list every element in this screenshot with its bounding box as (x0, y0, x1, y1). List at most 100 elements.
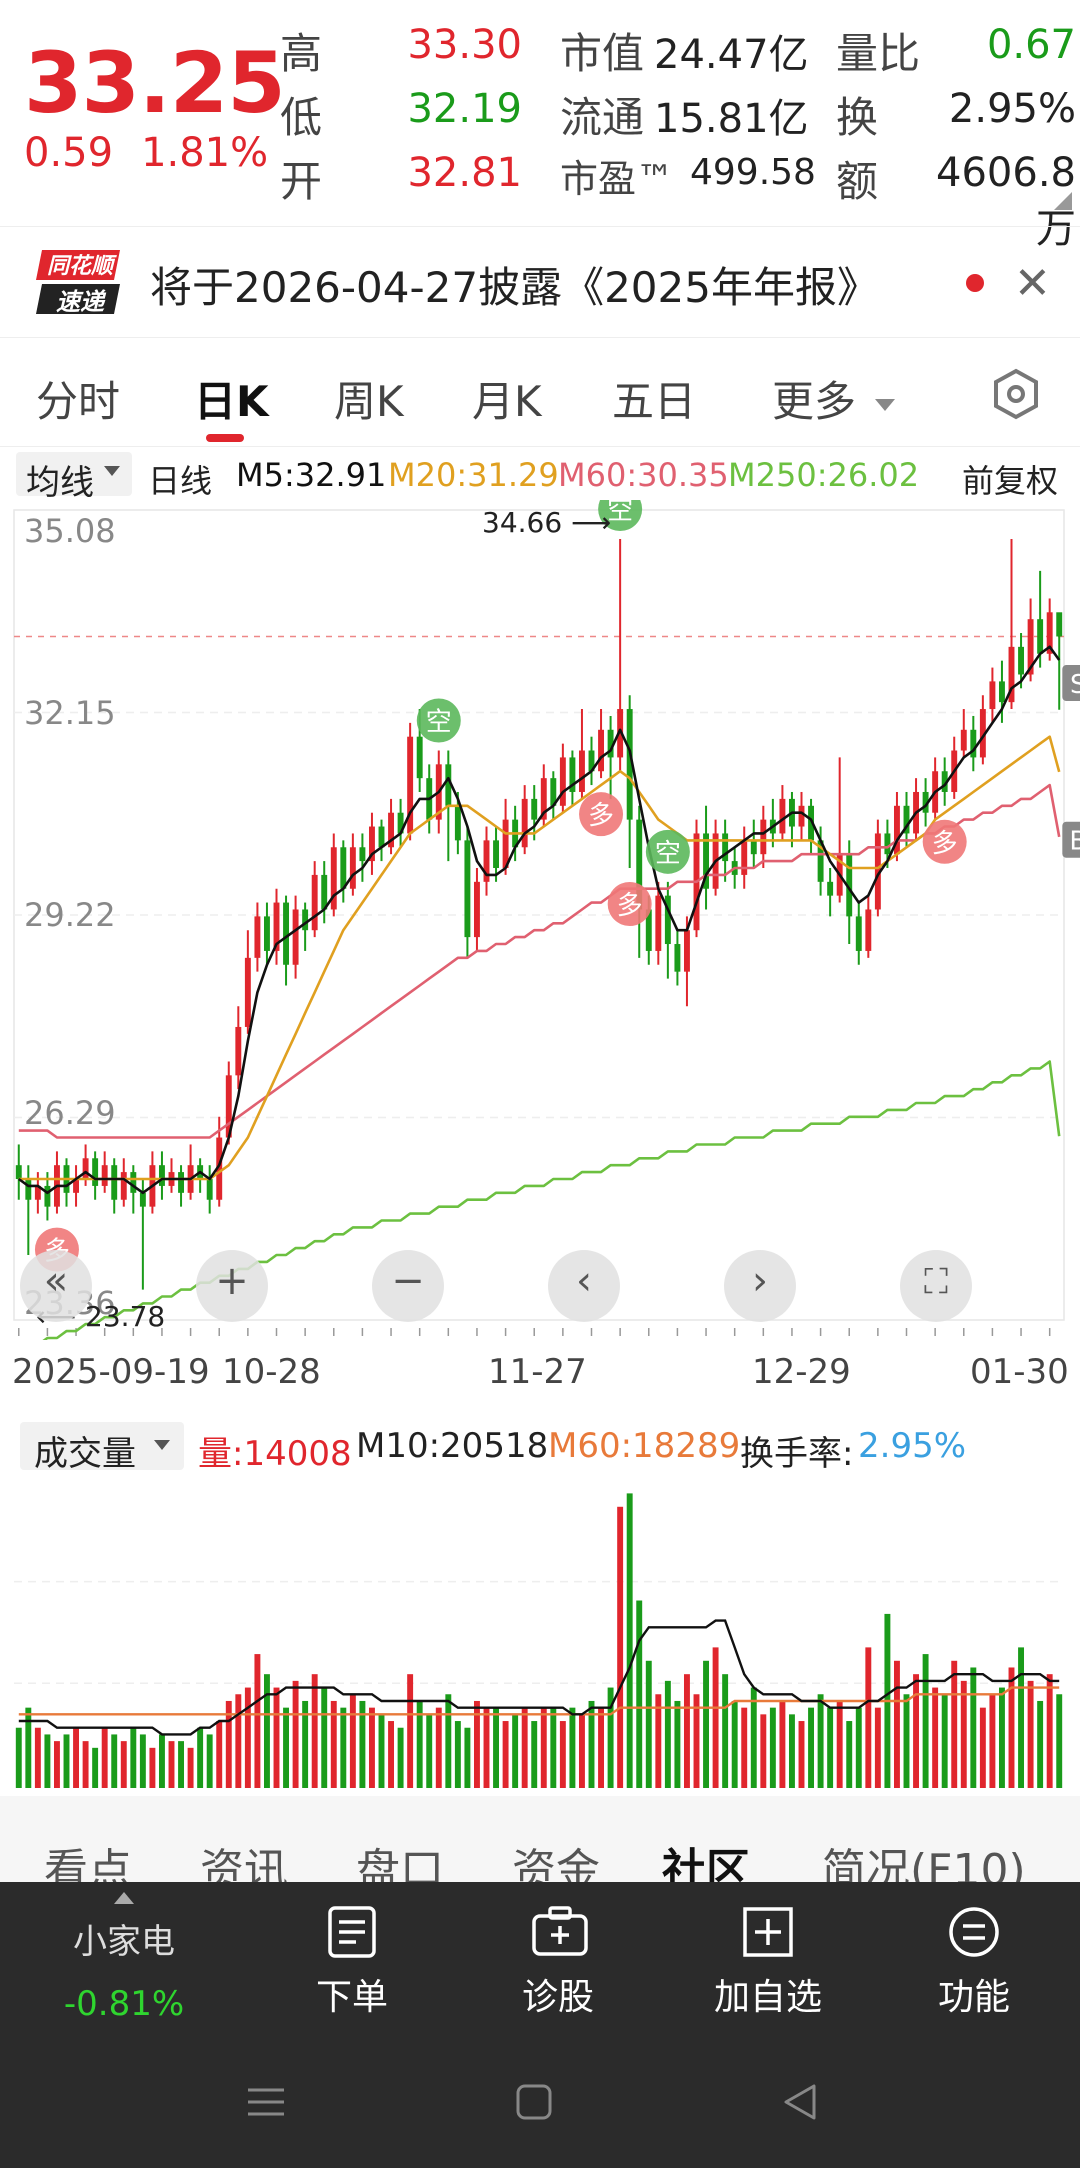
current-price: 33.25 (24, 34, 286, 132)
stat-label-amount: 额 (836, 157, 879, 206)
news-headline[interactable]: 将于2026-04-27披露《2025年年报》 (150, 254, 879, 315)
volume-bar (932, 1687, 939, 1788)
expand-corner-icon[interactable] (1054, 192, 1072, 210)
stat-value-open: 32.81 (407, 150, 522, 196)
candle-body (178, 1172, 185, 1193)
volume-bar (683, 1674, 690, 1788)
zoom-out-button[interactable]: − (372, 1250, 444, 1322)
volume-bar (1037, 1700, 1044, 1788)
diagnose-icon[interactable] (532, 1906, 588, 1958)
volume-bar (951, 1660, 958, 1788)
add-watchlist-icon[interactable] (742, 1906, 794, 1958)
volume-bar (158, 1734, 165, 1788)
volume-bar (311, 1674, 318, 1788)
volume-bar (578, 1714, 585, 1788)
signal-long-label: 多 (617, 891, 643, 921)
sector-name[interactable]: 小家电 (44, 1914, 204, 1963)
volume-bar (741, 1707, 748, 1788)
volume-bar (1046, 1674, 1053, 1788)
turnover-label: 换手率: (740, 1434, 854, 1474)
stat-value-pe: 499.58 (690, 152, 816, 193)
candle-body (960, 729, 967, 751)
volume-bar (569, 1707, 576, 1788)
change-value: 0.59 (24, 130, 114, 176)
volume-bar (998, 1687, 1005, 1788)
candle-body (283, 902, 290, 965)
active-tab-indicator (206, 434, 244, 442)
volume-bar (464, 1727, 471, 1788)
volume-bar (197, 1727, 204, 1788)
stat-label-pe: 市盈™ (560, 157, 675, 201)
candle-body (1056, 612, 1063, 637)
volume-bar (445, 1694, 452, 1788)
home-icon[interactable] (514, 2082, 554, 2126)
hexagon-settings-icon[interactable] (990, 368, 1042, 420)
volume-bar (512, 1714, 519, 1788)
volume-bar (435, 1707, 442, 1788)
zoom-in-button[interactable]: + (196, 1250, 268, 1322)
volume-bar (1008, 1667, 1015, 1788)
candle-body (827, 881, 834, 896)
candle-body (521, 798, 528, 848)
tab-weekly-k[interactable]: 周K (334, 368, 404, 429)
scroll-to-start-button[interactable]: « (20, 1250, 92, 1322)
back-icon[interactable] (780, 2082, 820, 2126)
volume-bar (960, 1680, 967, 1788)
candle-body (101, 1165, 108, 1186)
sector-change: -0.81% (63, 1984, 185, 2024)
low-marker-value: 23.78 (85, 1300, 166, 1333)
ma60-line (18, 783, 1061, 1139)
fullscreen-button[interactable]: ⛶ (900, 1250, 972, 1322)
volume-chart[interactable] (0, 1470, 1080, 1790)
candle-body (263, 916, 270, 951)
fullscreen-icon: ⛶ (924, 1262, 948, 1302)
candle-body (206, 1179, 213, 1200)
candle-body (82, 1158, 89, 1180)
tab-five-day[interactable]: 五日 (612, 368, 696, 429)
volume-bar (82, 1741, 89, 1788)
stat-value-volume-ratio: 0.67 (986, 22, 1076, 68)
kline-chart[interactable]: 多空空多多空多SB (0, 500, 1080, 1340)
x-tick-label: 2025-09-19 (12, 1352, 210, 1392)
tab-more[interactable]: 更多 (772, 368, 896, 429)
candle-body (464, 840, 471, 938)
candle-body (1018, 646, 1025, 675)
order-button[interactable]: 下单 (272, 1968, 432, 2020)
stat-label-high: 高 (280, 29, 323, 78)
candle-body (416, 736, 423, 779)
scroll-left-button[interactable]: ‹ (548, 1250, 620, 1322)
signal-long-label: 多 (588, 801, 614, 831)
signal-b-label: B (1069, 827, 1080, 857)
volume-bar (92, 1747, 99, 1788)
volume-bar (798, 1721, 805, 1788)
menu-icon[interactable] (948, 1906, 1000, 1958)
chevron-down-icon (154, 1440, 170, 1450)
functions-button[interactable]: 功能 (894, 1968, 1054, 2020)
volume-bar (15, 1727, 22, 1788)
candle-body (292, 909, 299, 965)
candle-body (578, 750, 585, 792)
x-tick-label: 10-28 (222, 1352, 321, 1392)
candle-body (493, 840, 500, 869)
tab-monthly-k[interactable]: 月K (472, 368, 542, 429)
x-tick-label: 01-30 (970, 1352, 1069, 1392)
scroll-right-button[interactable]: › (724, 1250, 796, 1322)
volume-bar (168, 1741, 175, 1788)
order-doc-icon[interactable] (326, 1906, 378, 1958)
stat-value-high: 33.30 (407, 22, 522, 68)
stat-label-turnover: 换 (836, 93, 879, 142)
tab-daily-k[interactable]: 日K (194, 368, 269, 429)
volume-bar (712, 1647, 719, 1788)
close-icon[interactable]: ✕ (1014, 258, 1051, 309)
recent-apps-icon[interactable] (246, 2082, 286, 2126)
plus-icon: + (215, 1258, 249, 1304)
add-watchlist-button[interactable]: 加自选 (688, 1968, 848, 2020)
candle-body (865, 909, 872, 951)
chevron-right-icon: › (752, 1258, 768, 1304)
diagnose-button[interactable]: 诊股 (478, 1968, 638, 2020)
price-adjust-toggle[interactable]: 前复权 (962, 456, 1058, 502)
volume-bar (731, 1700, 738, 1788)
tab-intraday[interactable]: 分时 (36, 368, 120, 429)
volume-bar (502, 1721, 509, 1788)
logo-line1: 同花顺 (46, 254, 113, 279)
